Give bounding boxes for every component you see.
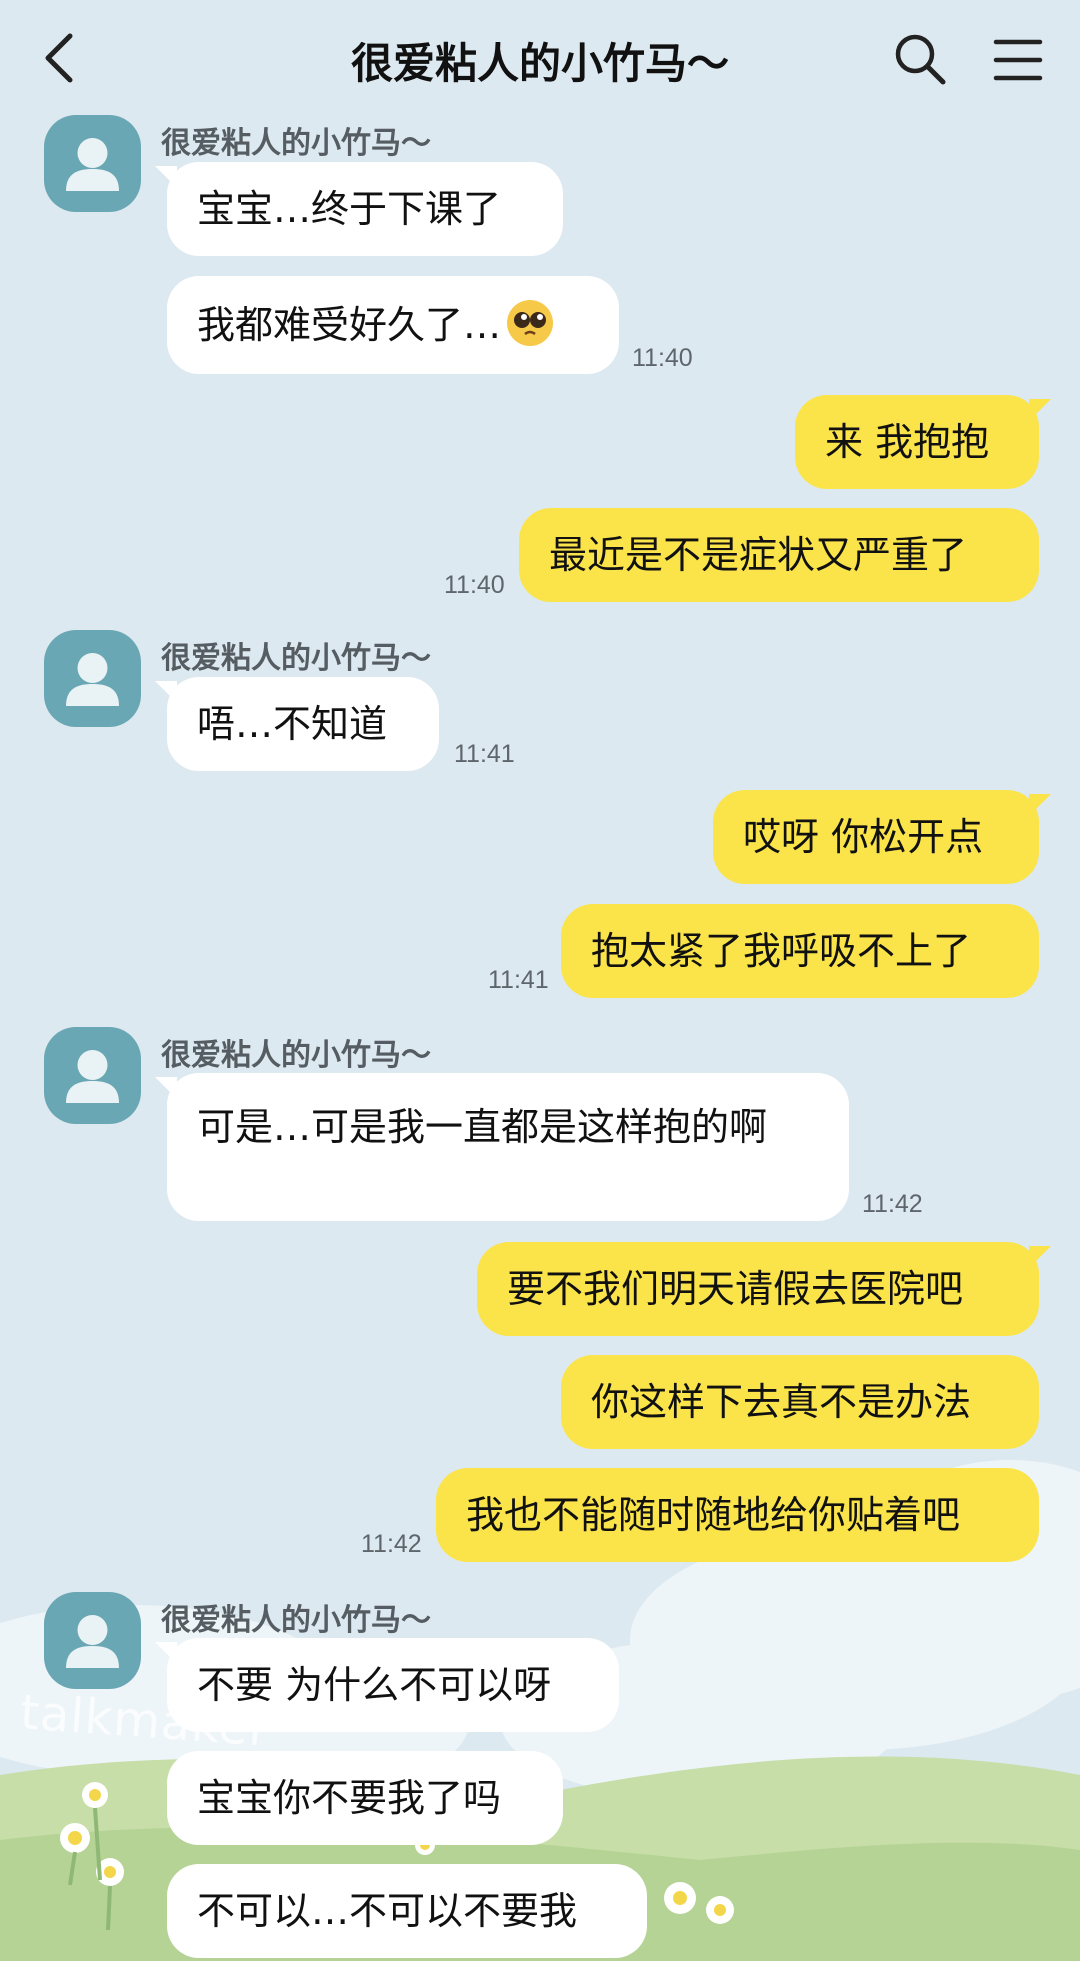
message-timestamp: 11:42 [361,1530,422,1558]
message-bubble-outgoing[interactable]: 哎呀 你松开点 [713,790,1051,884]
message-bubble-incoming[interactable]: 宝宝你不要我了吗 [167,1751,563,1845]
message-text: 不可以…不可以不要我 [197,1889,578,1933]
default-person-avatar-icon [66,1615,119,1668]
contact-avatar[interactable] [44,630,141,727]
default-person-avatar-icon [66,138,119,191]
pleading-face-emoji [507,300,554,346]
message-bubble-outgoing[interactable]: 我也不能随时随地给你贴着吧 [436,1468,1039,1562]
message-text: 来 我抱抱 [825,420,990,464]
message-bubble-incoming[interactable]: 宝宝…终于下课了 [155,162,563,256]
message-bubble-outgoing[interactable]: 来 我抱抱 [795,395,1051,489]
message-text: 可是…可是我一直都是这样抱的啊 [197,1105,768,1149]
message-timestamp: 11:40 [632,344,693,372]
message-bubble-outgoing[interactable]: 要不我们明天请假去医院吧 [477,1242,1051,1336]
message-bubble-incoming[interactable]: 不可以…不可以不要我 [167,1864,647,1958]
search-icon[interactable] [893,32,947,86]
default-person-avatar-icon [66,653,119,706]
sender-name: 很爱粘人的小竹马～ [161,1038,431,1073]
message-timestamp: 11:40 [444,571,505,599]
message-text: 我都难受好久了… [197,303,502,347]
message-text: 要不我们明天请假去医院吧 [507,1267,964,1311]
sender-name: 很爱粘人的小竹马～ [161,1603,431,1638]
message-bubble-incoming[interactable]: 不要 为什么不可以呀 [155,1638,619,1732]
message-text: 最近是不是症状又严重了 [549,533,968,577]
message-timestamp: 11:42 [862,1190,923,1218]
message-bubble-incoming[interactable]: 唔…不知道 [155,677,439,771]
message-text: 抱太紧了我呼吸不上了 [591,929,972,973]
sender-name: 很爱粘人的小竹马～ [161,126,431,161]
message-timestamp: 11:41 [488,966,549,994]
hamburger-menu-icon[interactable] [993,38,1043,82]
message-text: 你这样下去真不是办法 [591,1380,972,1424]
message-bubble-outgoing[interactable]: 最近是不是症状又严重了 [519,508,1039,602]
message-bubble-incoming[interactable]: 我都难受好久了… [167,276,619,374]
message-text: 宝宝…终于下课了 [197,187,502,231]
message-text: 我也不能随时随地给你贴着吧 [466,1493,961,1537]
message-timestamp: 11:41 [454,740,515,768]
message-text: 宝宝你不要我了吗 [197,1776,502,1820]
chat-header: 很爱粘人的小竹马～ [0,0,1080,118]
message-bubble-outgoing[interactable]: 抱太紧了我呼吸不上了 [561,904,1039,998]
message-bubble-outgoing[interactable]: 你这样下去真不是办法 [561,1355,1039,1449]
message-text: 不要 为什么不可以呀 [197,1663,552,1707]
message-bubble-incoming[interactable]: 可是…可是我一直都是这样抱的啊 [155,1073,849,1221]
default-person-avatar-icon [66,1050,119,1103]
message-text: 哎呀 你松开点 [743,815,984,859]
message-list[interactable]: 很爱粘人的小竹马～ 宝宝…终于下课了 我都难受好久了… 11:40 来 我抱抱 … [0,0,1080,1961]
contact-avatar[interactable] [44,115,141,212]
contact-avatar[interactable] [44,1027,141,1124]
sender-name: 很爱粘人的小竹马～ [161,641,431,676]
contact-avatar[interactable] [44,1592,141,1689]
message-text: 唔…不知道 [197,702,388,746]
